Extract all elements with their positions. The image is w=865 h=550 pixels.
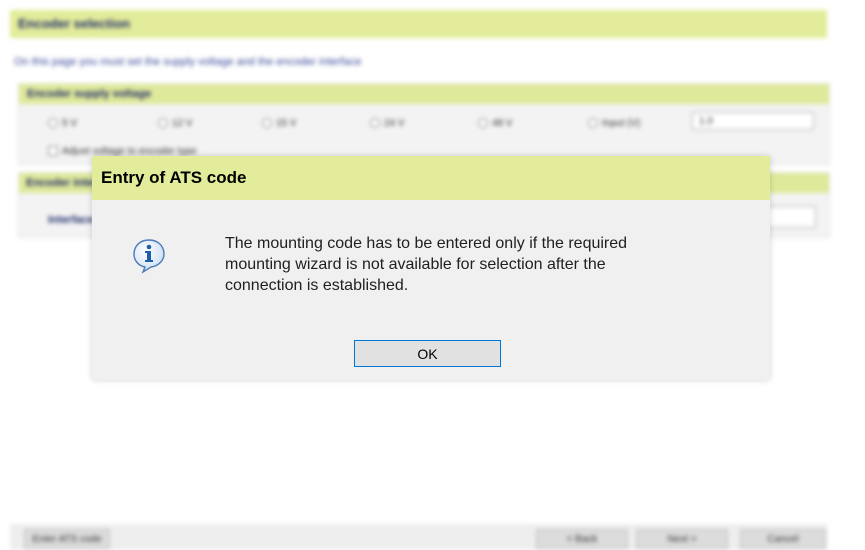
info-icon <box>133 239 165 274</box>
cancel-button[interactable]: Cancel <box>740 529 826 549</box>
interface-label: Interface <box>48 214 94 226</box>
message-line-1: The mounting code has to be entered only… <box>225 235 628 252</box>
ats-code-dialog: Entry of ATS code The mounting code has … <box>92 156 770 380</box>
page-hint: On this page you must set the supply vol… <box>14 56 362 68</box>
dialog-title: Entry of ATS code <box>92 156 770 200</box>
supply-radio-3[interactable]: 15 V <box>262 118 297 129</box>
back-button[interactable]: < Back <box>536 529 628 549</box>
supply-voltage-group-title: Encoder supply voltage <box>19 84 829 104</box>
supply-voltage-input[interactable]: 1.0 <box>692 112 814 130</box>
supply-radio-2[interactable]: 12 V <box>158 118 193 129</box>
supply-radio-6[interactable]: Input (V) <box>588 118 640 129</box>
message-line-2: mounting wizard is not available for sel… <box>225 256 606 273</box>
message-line-3: connection is established. <box>225 277 409 294</box>
next-button[interactable]: Next > <box>636 529 728 549</box>
enter-code-button[interactable]: Enter ATS code <box>24 529 110 549</box>
supply-radio-1[interactable]: 5 V <box>48 118 77 129</box>
ok-button[interactable]: OK <box>354 340 501 367</box>
supply-radio-4[interactable]: 24 V <box>370 118 405 129</box>
page-header: Encoder selection <box>10 10 827 38</box>
dialog-message: The mounting code has to be entered only… <box>225 233 740 296</box>
supply-radio-5[interactable]: 48 V <box>478 118 513 129</box>
